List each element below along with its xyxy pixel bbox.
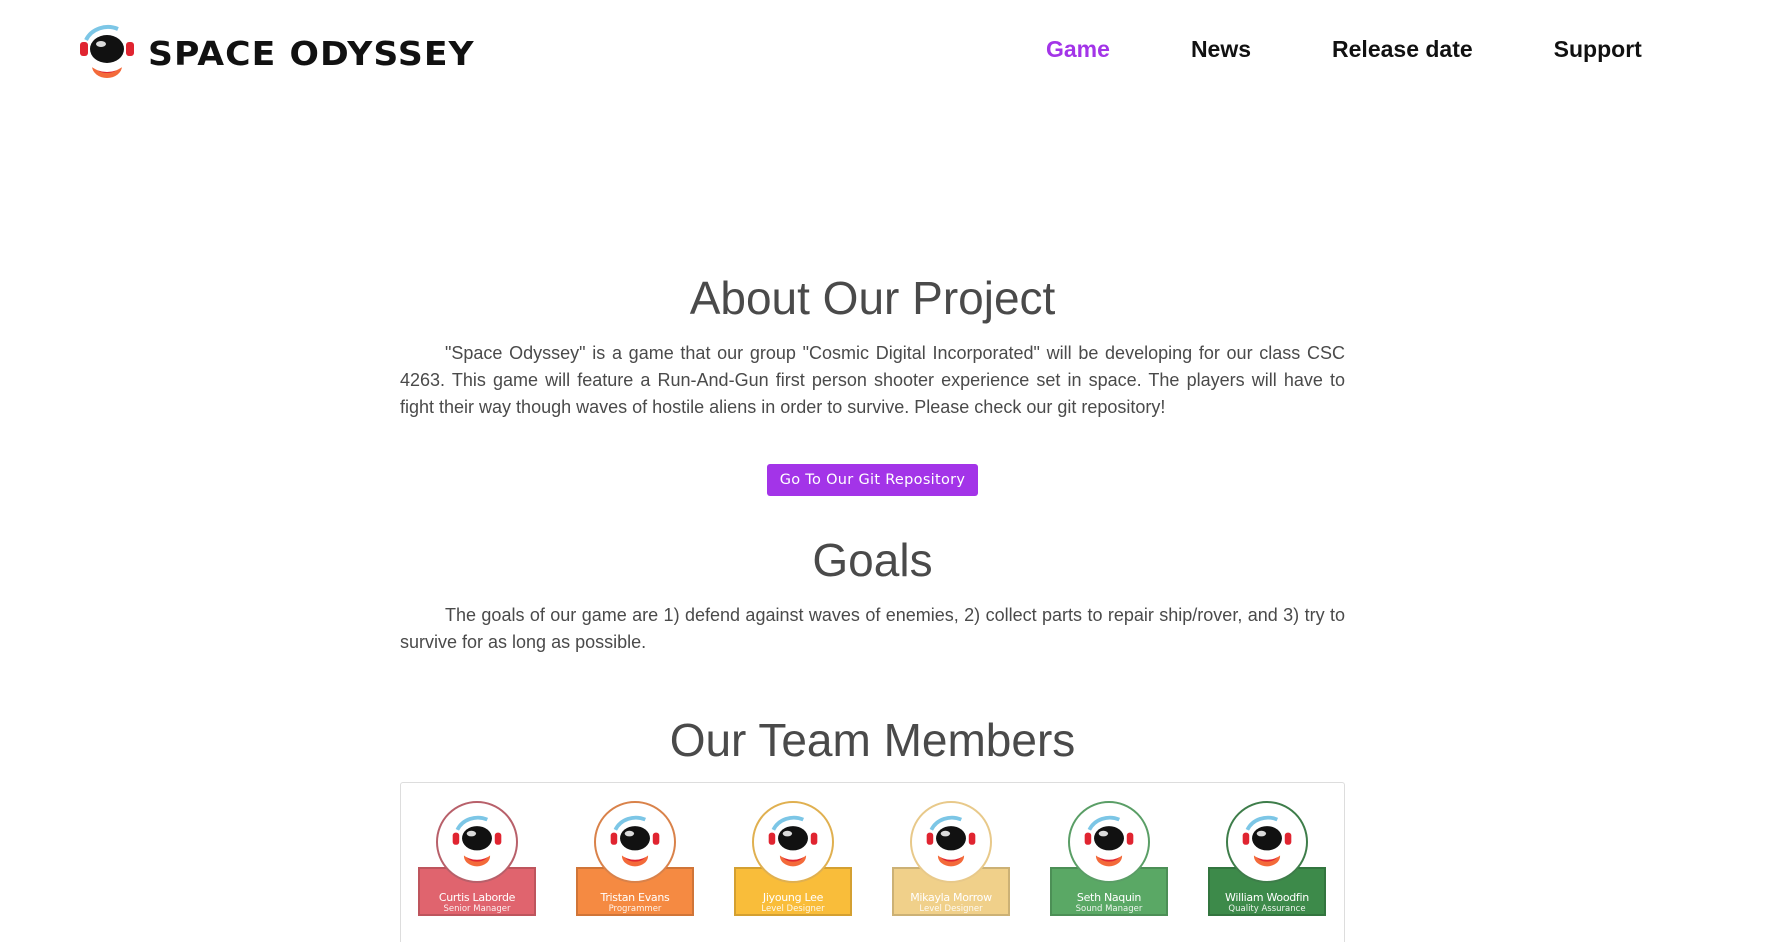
astronaut-helmet-icon: [452, 815, 502, 867]
main-nav: Game News Release date Support: [1046, 36, 1642, 63]
member-name: Curtis Laborde: [438, 891, 516, 904]
member-avatar: [1068, 801, 1150, 883]
astronaut-helmet-icon: [1084, 815, 1134, 867]
team-members-panel: Curtis Laborde Senior Manager Tristan Evan…: [400, 782, 1345, 942]
member-role: Sound Manager: [1075, 904, 1143, 914]
brand-logo[interactable]: SPACE ODYSSEY: [78, 22, 474, 84]
team-member-card: Curtis Laborde Senior Manager: [418, 801, 536, 923]
member-avatar: [752, 801, 834, 883]
member-role: Senior Manager: [443, 904, 511, 914]
team-member-card: Mikayla Morrow Level Designer: [892, 801, 1010, 923]
member-role: Quality Assurance: [1228, 904, 1306, 914]
brand-name: SPACE ODYSSEY: [148, 33, 475, 73]
team-member-card: Tristan Evans Programmer: [576, 801, 694, 923]
member-name: Tristan Evans: [600, 891, 670, 904]
astronaut-helmet-icon: [1242, 815, 1292, 867]
astronaut-helmet-icon: [80, 24, 134, 78]
nav-item-news[interactable]: News: [1191, 36, 1251, 63]
goals-text: The goals of our game are 1) defend agai…: [400, 605, 1345, 652]
git-button-wrap: Go To Our Git Repository: [400, 464, 1345, 496]
nav-item-support[interactable]: Support: [1554, 36, 1642, 63]
main-content: About Our Project "Space Odyssey" is a g…: [400, 268, 1345, 942]
member-avatar: [1226, 801, 1308, 883]
astronaut-helmet-icon: [768, 815, 818, 867]
nav-item-release-date[interactable]: Release date: [1332, 36, 1473, 63]
team-member-card: Seth Naquin Sound Manager: [1050, 801, 1168, 923]
nav-item-game[interactable]: Game: [1046, 36, 1110, 63]
member-name: Seth Naquin: [1076, 891, 1142, 904]
member-avatar: [436, 801, 518, 883]
goals-title: Goals: [812, 534, 933, 586]
member-role: Programmer: [608, 904, 662, 914]
team-member-card: William Woodfin Quality Assurance: [1208, 801, 1326, 923]
member-avatar: [594, 801, 676, 883]
member-name: Jiyoung Lee: [762, 891, 824, 904]
about-text: "Space Odyssey" is a game that our group…: [400, 343, 1345, 417]
git-repository-button[interactable]: Go To Our Git Repository: [766, 464, 979, 496]
about-title: About Our Project: [689, 272, 1056, 324]
astronaut-helmet-icon: [610, 815, 660, 867]
member-avatar: [910, 801, 992, 883]
header: SPACE ODYSSEY Game News Release date Sup…: [0, 0, 1766, 110]
team-member-card: Jiyoung Lee Level Designer: [734, 801, 852, 923]
member-name: Mikayla Morrow: [910, 891, 992, 904]
member-role: Level Designer: [919, 904, 983, 914]
team-title: Our Team Members: [669, 714, 1076, 766]
member-role: Level Designer: [761, 904, 825, 914]
page: SPACE ODYSSEY Game News Release date Sup…: [0, 0, 1766, 945]
astronaut-helmet-icon: [926, 815, 976, 867]
member-name: William Woodfin: [1225, 891, 1309, 904]
